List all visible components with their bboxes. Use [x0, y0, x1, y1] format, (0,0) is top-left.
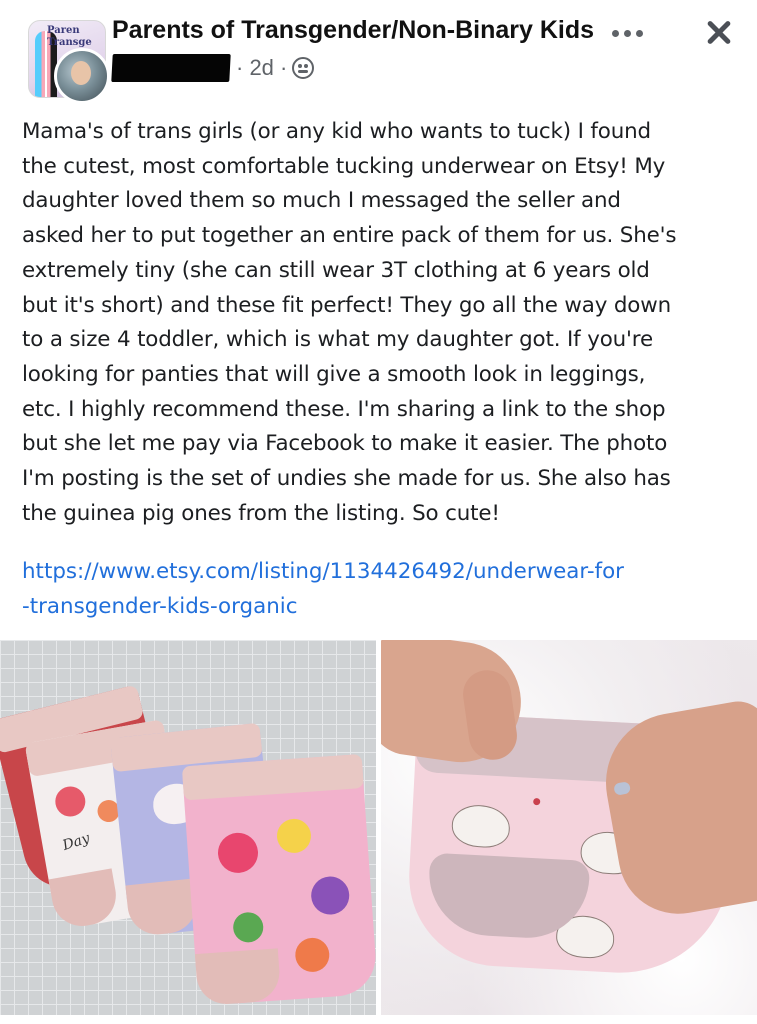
- more-options-icon[interactable]: [612, 26, 652, 40]
- group-avatar-text: Paren Transge: [47, 25, 92, 48]
- dot-print: [533, 797, 541, 806]
- script-text: Day: [60, 830, 92, 854]
- dot: [636, 29, 643, 37]
- globe-icon: [292, 57, 315, 79]
- group-name[interactable]: Parents of Transgender/Non-Binary Kids: [112, 16, 594, 45]
- post-meta-text: · 2d ·: [236, 55, 315, 81]
- underwear-floral-pink: [181, 754, 376, 1006]
- flower-print: [52, 784, 88, 819]
- post-header: Paren Transge Parents of Transgender/Non…: [0, 0, 757, 110]
- author-face: [71, 61, 91, 85]
- post-link[interactable]: https://www.etsy.com/listing/1134426492/…: [22, 555, 740, 624]
- flower-print: [275, 817, 313, 855]
- post-photo-underwear-set[interactable]: Day: [0, 640, 376, 1015]
- flower-print: [309, 875, 351, 916]
- flower-print: [294, 936, 331, 974]
- dot: [624, 29, 631, 37]
- author-name-redacted: [111, 54, 231, 82]
- author-avatar[interactable]: [54, 48, 110, 104]
- close-icon[interactable]: [700, 12, 740, 52]
- post-text: Mama's of trans girls (or any kid who wa…: [22, 115, 740, 531]
- fingernail: [613, 781, 632, 796]
- flower-print: [216, 831, 260, 875]
- leg-band: [194, 948, 282, 1006]
- post-body-text: Mama's of trans girls (or any kid who wa…: [22, 119, 677, 526]
- post-meta: · 2d ·: [111, 54, 315, 82]
- dot: [612, 29, 619, 37]
- flower-print: [232, 911, 265, 944]
- guinea-pig-print: [450, 803, 511, 849]
- post-photo-guinea-pig-underwear[interactable]: [381, 640, 757, 1015]
- post-time[interactable]: · 2d ·: [236, 55, 287, 81]
